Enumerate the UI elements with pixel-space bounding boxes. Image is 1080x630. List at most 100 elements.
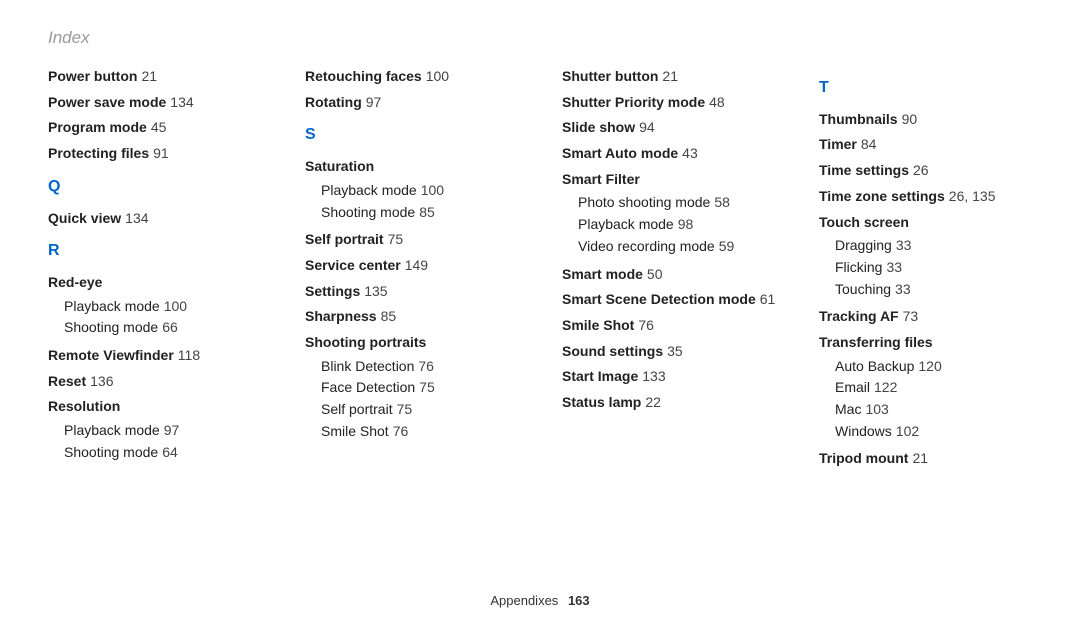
index-sub-item-pages: 102: [896, 423, 919, 439]
index-column: Power button21Power save mode134Program …: [48, 66, 261, 474]
index-sub-item-pages: 58: [714, 194, 730, 210]
index-sub-item: Windows102: [835, 421, 1032, 443]
index-sub-item-pages: 64: [162, 444, 178, 460]
index-entry-label: Power button: [48, 68, 137, 84]
index-sub-item-pages: 103: [865, 401, 888, 417]
page-title: Index: [48, 28, 1032, 48]
index-entry: Service center149: [305, 255, 518, 277]
index-entry-label: Sound settings: [562, 343, 663, 359]
index-sub-item: Blink Detection76: [321, 356, 518, 378]
index-sub-heading: Transferring files: [819, 332, 1032, 354]
index-entry-pages: 61: [760, 291, 776, 307]
index-sub-item: Touching33: [835, 279, 1032, 301]
index-entry: Smart Auto mode43: [562, 143, 775, 165]
index-entry-pages: 75: [388, 231, 404, 247]
index-sub-item: Playback mode97: [64, 420, 261, 442]
index-entry-pages: 135: [364, 283, 387, 299]
page-footer: Appendixes 163: [0, 593, 1080, 608]
index-sub-item-label: Playback mode: [321, 182, 417, 198]
index-entry-label: Sharpness: [305, 308, 377, 324]
index-entry-label: Retouching faces: [305, 68, 422, 84]
index-entry: Smile Shot76: [562, 315, 775, 337]
index-sub-item-pages: 33: [896, 237, 912, 253]
index-entry-pages: 43: [682, 145, 698, 161]
index-entry-pages: 85: [381, 308, 397, 324]
index-entry-pages: 73: [903, 308, 919, 324]
index-sub-item-label: Playback mode: [578, 216, 674, 232]
index-sub-item-label: Flicking: [835, 259, 882, 275]
index-entry-label: Tracking AF: [819, 308, 899, 324]
index-entry: Tripod mount21: [819, 448, 1032, 470]
index-entry-pages: 45: [151, 119, 167, 135]
index-sub-item: Self portrait75: [321, 399, 518, 421]
index-sub-heading: Shooting portraits: [305, 332, 518, 354]
index-entry-label: Status lamp: [562, 394, 641, 410]
index-sub-item: Shooting mode66: [64, 317, 261, 339]
index-sub-item-pages: 100: [421, 182, 444, 198]
index-sub-item: Playback mode100: [321, 180, 518, 202]
index-entry: Self portrait75: [305, 229, 518, 251]
index-entry-pages: 48: [709, 94, 725, 110]
index-sub-item-pages: 98: [678, 216, 694, 232]
index-letter-heading: S: [305, 123, 518, 148]
index-sub-item-label: Playback mode: [64, 298, 160, 314]
index-entry: Timer84: [819, 134, 1032, 156]
index-sub-item-label: Self portrait: [321, 401, 393, 417]
index-sub-item-label: Auto Backup: [835, 358, 914, 374]
index-sub-item-label: Shooting mode: [64, 444, 158, 460]
index-entry-pages: 84: [861, 136, 877, 152]
index-entry: Power button21: [48, 66, 261, 88]
index-entry-pages: 97: [366, 94, 382, 110]
index-column: Shutter button21Shutter Priority mode48S…: [562, 66, 775, 474]
index-entry-label: Service center: [305, 257, 401, 273]
index-letter-heading: Q: [48, 175, 261, 200]
index-entry-pages: 136: [90, 373, 113, 389]
index-entry-pages: 100: [426, 68, 449, 84]
index-sub-heading: Resolution: [48, 396, 261, 418]
index-entry-label: Settings: [305, 283, 360, 299]
index-entry: Slide show94: [562, 117, 775, 139]
index-entry-label: Protecting files: [48, 145, 149, 161]
index-entry-label: Program mode: [48, 119, 147, 135]
index-entry: Remote Viewfinder118: [48, 345, 261, 367]
index-sub-item: Dragging33: [835, 235, 1032, 257]
index-sub-item-pages: 76: [393, 423, 409, 439]
index-entry-pages: 26, 135: [949, 188, 996, 204]
index-sub-item-label: Playback mode: [64, 422, 160, 438]
index-sub-item: Video recording mode59: [578, 236, 775, 258]
index-entry: Retouching faces100: [305, 66, 518, 88]
index-entry: Start Image133: [562, 366, 775, 388]
index-entry-label: Shutter Priority mode: [562, 94, 705, 110]
index-entry-pages: 90: [902, 111, 918, 127]
index-sub-item: Flicking33: [835, 257, 1032, 279]
index-entry-pages: 21: [141, 68, 157, 84]
index-entry-label: Reset: [48, 373, 86, 389]
index-entry-label: Time settings: [819, 162, 909, 178]
index-sub-list: Blink Detection76Face Detection75Self po…: [321, 356, 518, 443]
index-entry-label: Power save mode: [48, 94, 166, 110]
index-entry: Rotating97: [305, 92, 518, 114]
index-entry-label: Thumbnails: [819, 111, 898, 127]
index-sub-item-pages: 97: [164, 422, 180, 438]
index-entry: Program mode45: [48, 117, 261, 139]
index-entry: Smart mode50: [562, 264, 775, 286]
index-sub-list: Photo shooting mode58Playback mode98Vide…: [578, 192, 775, 257]
index-entry-pages: 35: [667, 343, 683, 359]
index-sub-item-pages: 85: [419, 204, 435, 220]
index-sub-item-label: Touching: [835, 281, 891, 297]
index-entry-pages: 118: [178, 347, 200, 363]
index-entry-label: Smart Scene Detection mode: [562, 291, 756, 307]
index-sub-heading: Touch screen: [819, 212, 1032, 234]
index-entry-label: Tripod mount: [819, 450, 908, 466]
footer-page-number: 163: [568, 593, 590, 608]
index-sub-item-pages: 33: [886, 259, 902, 275]
index-entry: Protecting files91: [48, 143, 261, 165]
index-sub-item: Shooting mode64: [64, 442, 261, 464]
index-entry: Settings135: [305, 281, 518, 303]
index-sub-item-pages: 75: [419, 379, 435, 395]
index-sub-list: Playback mode100Shooting mode85: [321, 180, 518, 223]
index-sub-heading: Smart Filter: [562, 169, 775, 191]
index-sub-heading: Saturation: [305, 156, 518, 178]
index-sub-item-label: Email: [835, 379, 870, 395]
index-sub-item-pages: 76: [418, 358, 434, 374]
